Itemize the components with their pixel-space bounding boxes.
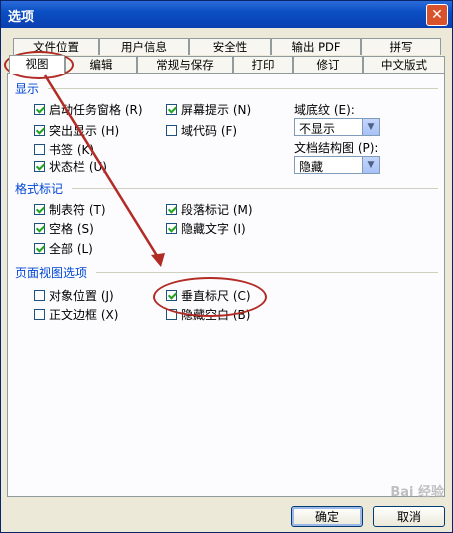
checkbox-object-anchors[interactable]: 对象位置 (J) — [34, 287, 114, 304]
ok-button[interactable]: 确定 — [291, 506, 363, 527]
close-icon: ✕ — [431, 7, 443, 23]
checkbox-box — [166, 204, 177, 215]
checkbox-box — [34, 243, 45, 254]
tab-chinese-layout[interactable]: 中文版式 — [363, 56, 445, 73]
doc-map-value: 隐藏 — [299, 160, 324, 174]
tab-user-info[interactable]: 用户信息 — [99, 38, 189, 55]
checkbox-hidden-text[interactable]: 隐藏文字 (I) — [166, 220, 246, 237]
doc-map-label: 文档结构图 (P): — [294, 141, 379, 155]
tab-view[interactable]: 视图 — [9, 55, 65, 74]
section-divider — [72, 188, 438, 189]
checkbox-all-marks[interactable]: 全部 (L) — [34, 240, 93, 257]
field-shading-select[interactable]: 不显示 ▼ — [294, 118, 380, 136]
checkbox-box — [34, 223, 45, 234]
section-page-view-title: 页面视图选项 — [15, 266, 88, 280]
tab-edit[interactable]: 编辑 — [65, 56, 137, 73]
checkbox-field-codes[interactable]: 域代码 (F) — [166, 122, 237, 139]
cancel-button[interactable]: 取消 — [373, 506, 445, 527]
checkbox-task-pane[interactable]: 启动任务窗格 (R) — [34, 101, 143, 118]
checkbox-screen-tips[interactable]: 屏幕提示 (N) — [166, 101, 251, 118]
checkbox-box — [166, 104, 177, 115]
section-divider — [96, 272, 438, 273]
field-shading-label: 域底纹 (E): — [294, 103, 355, 117]
checkbox-bookmarks[interactable]: 书签 (K) — [34, 141, 94, 158]
checkbox-tab-chars[interactable]: 制表符 (T) — [34, 201, 106, 218]
checkbox-box — [166, 125, 177, 136]
checkbox-box — [34, 161, 45, 172]
chevron-down-icon[interactable]: ▼ — [362, 157, 379, 173]
chevron-down-icon[interactable]: ▼ — [362, 119, 379, 135]
title-bar[interactable]: 选项 ✕ — [1, 1, 452, 28]
checkbox-text-boundaries[interactable]: 正文边框 (X) — [34, 306, 118, 323]
section-format-marks-title: 格式标记 — [15, 182, 64, 196]
checkbox-box — [166, 223, 177, 234]
tab-output-pdf[interactable]: 输出 PDF — [271, 38, 361, 55]
tab-security[interactable]: 安全性 — [189, 38, 271, 55]
tab-general-save[interactable]: 常规与保存 — [137, 56, 233, 73]
checkbox-paragraph-marks[interactable]: 段落标记 (M) — [166, 201, 253, 218]
section-divider — [48, 88, 438, 89]
checkbox-box — [34, 290, 45, 301]
checkbox-box — [34, 204, 45, 215]
close-button[interactable]: ✕ — [426, 4, 448, 26]
annotation-ellipse-vertical-ruler — [153, 277, 267, 317]
checkbox-box — [34, 144, 45, 155]
options-dialog: 选项 ✕ 文件位置 用户信息 安全性 输出 PDF 拼写 视图 编辑 常规与保存… — [0, 0, 453, 533]
tab-revision[interactable]: 修订 — [293, 56, 363, 73]
checkbox-status-bar[interactable]: 状态栏 (U) — [34, 158, 107, 175]
field-shading-value: 不显示 — [299, 122, 336, 136]
watermark: Bai 经验 — [390, 485, 444, 500]
checkbox-box — [34, 125, 45, 136]
dialog-title: 选项 — [8, 10, 35, 25]
checkbox-box — [34, 104, 45, 115]
section-display-title: 显示 — [15, 82, 40, 96]
checkbox-highlight[interactable]: 突出显示 (H) — [34, 122, 119, 139]
tab-spelling[interactable]: 拼写 — [361, 38, 441, 55]
tab-print[interactable]: 打印 — [233, 56, 293, 73]
checkbox-box — [34, 309, 45, 320]
doc-map-select[interactable]: 隐藏 ▼ — [294, 156, 380, 174]
checkbox-spaces[interactable]: 空格 (S) — [34, 220, 94, 237]
